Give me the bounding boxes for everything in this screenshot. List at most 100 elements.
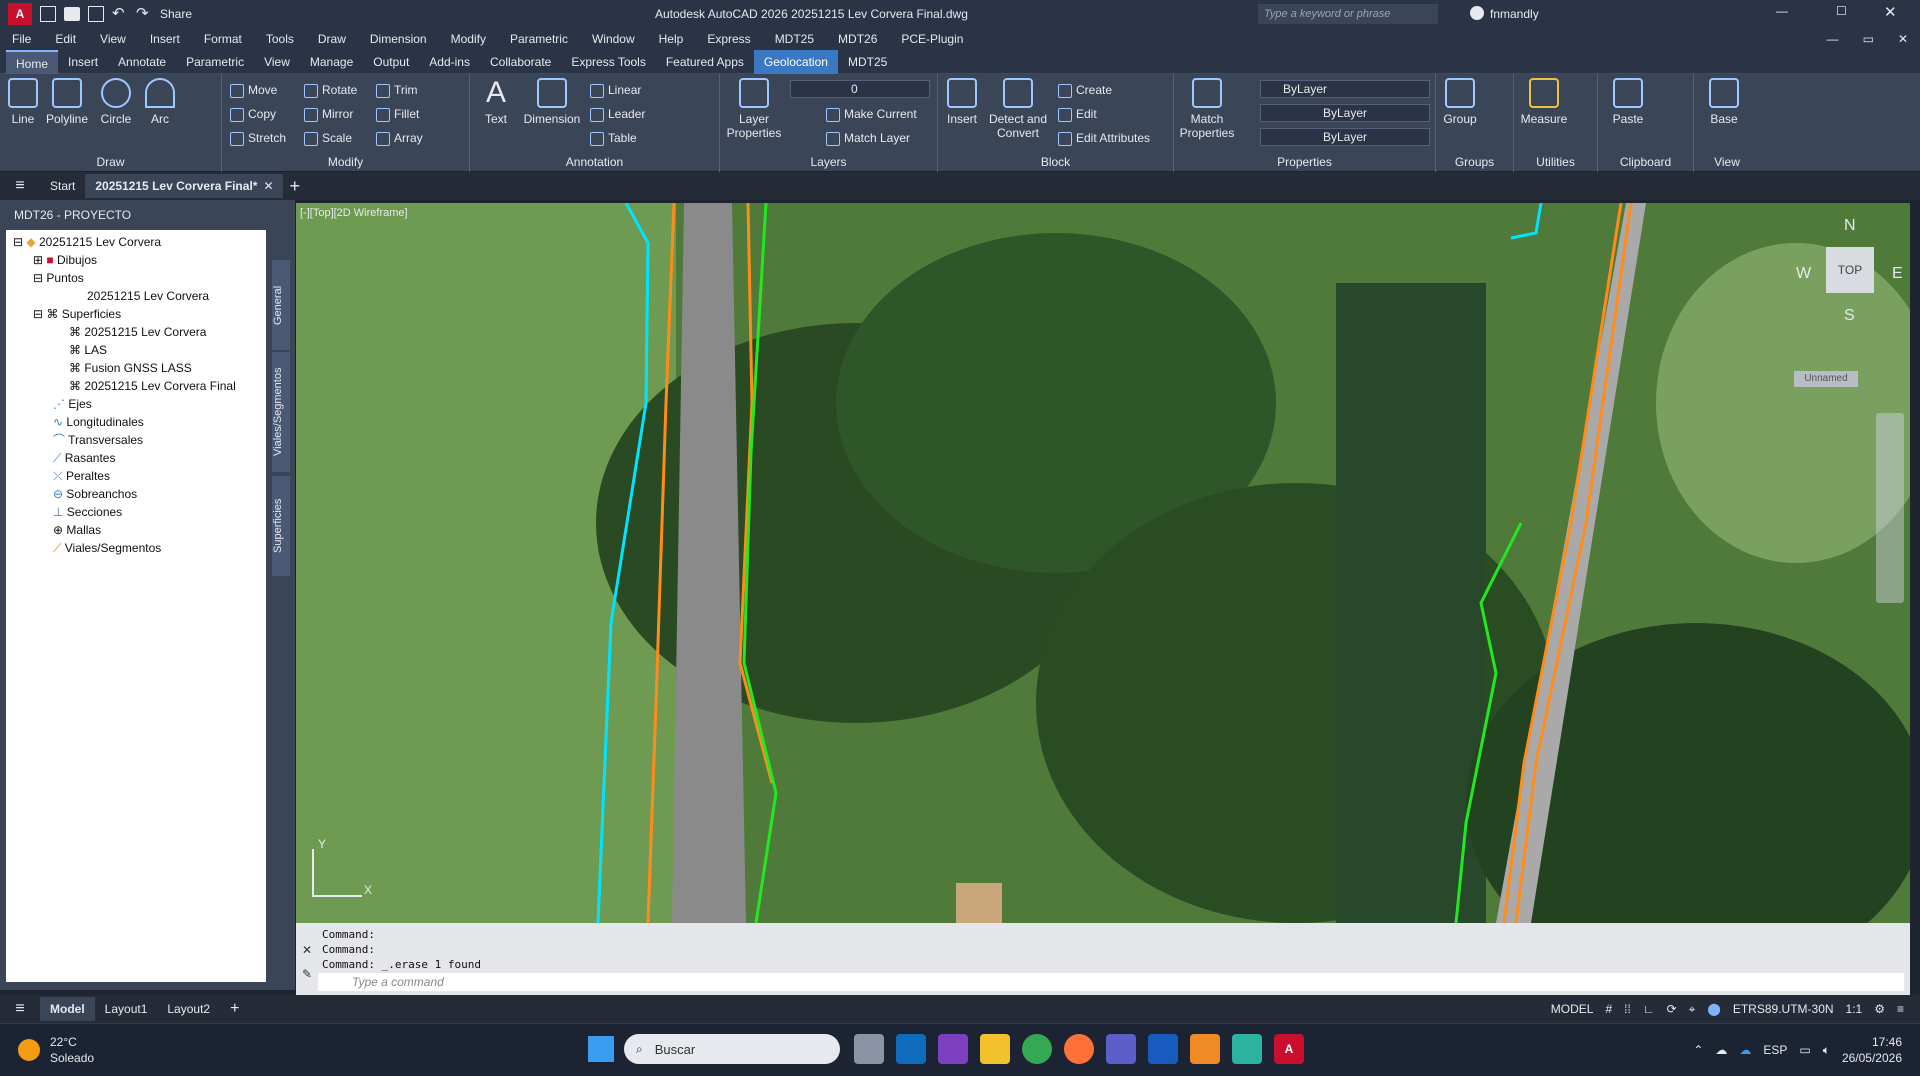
onedrive-icon[interactable]: ☁ [1739, 1043, 1751, 1057]
linear-button[interactable]: Linear [588, 80, 641, 100]
menu-express[interactable]: Express [695, 32, 762, 46]
menu-draw[interactable]: Draw [306, 32, 358, 46]
help-search-input[interactable]: Type a keyword or phrase [1258, 4, 1438, 24]
linetype-dropdown[interactable]: ByLayer [1260, 104, 1430, 122]
tab-view[interactable]: View [254, 50, 300, 74]
compass-n[interactable]: N [1844, 217, 1856, 235]
onenote-icon[interactable] [938, 1034, 968, 1064]
match-layer-button[interactable]: Match Layer [824, 128, 910, 148]
menu-dimension[interactable]: Dimension [358, 32, 439, 46]
panel-modify-label[interactable]: Modify [222, 155, 469, 169]
move-button[interactable]: Move [228, 80, 277, 100]
windows-start-icon[interactable] [588, 1036, 614, 1062]
color-dropdown[interactable]: ByLayer [1260, 80, 1430, 98]
tab-add-ins[interactable]: Add-ins [419, 50, 480, 74]
paste-button[interactable]: Paste [1606, 78, 1650, 126]
taskbar-search[interactable]: ⌕ Buscar [624, 1034, 840, 1064]
tree-node-surface-1[interactable]: ⌘ 20251215 Lev Corvera [9, 323, 263, 341]
tab-featured-apps[interactable]: Featured Apps [656, 50, 754, 74]
tree-node-surface-fusion[interactable]: ⌘ Fusion GNSS LASS [9, 359, 263, 377]
tree-node-sobreanchos[interactable]: ⊖ Sobreanchos [9, 485, 263, 503]
tab-insert[interactable]: Insert [58, 50, 108, 74]
tab-output[interactable]: Output [363, 50, 419, 74]
menu-insert[interactable]: Insert [138, 32, 192, 46]
layer-properties-button[interactable]: Layer Properties [724, 78, 784, 140]
user-icon[interactable] [1470, 6, 1484, 20]
menu-file[interactable]: File [0, 32, 43, 46]
measure-button[interactable]: Measure [1518, 78, 1570, 126]
menu-view[interactable]: View [88, 32, 138, 46]
panel-groups-label[interactable]: Groups [1436, 155, 1513, 169]
panel-block-label[interactable]: Block [938, 155, 1173, 169]
menu-format[interactable]: Format [192, 32, 254, 46]
menu-parametric[interactable]: Parametric [498, 32, 580, 46]
mirror-button[interactable]: Mirror [302, 104, 353, 124]
language-indicator[interactable]: ESP [1763, 1043, 1787, 1057]
close-tab-icon[interactable]: ✕ [263, 179, 273, 193]
tab-manage[interactable]: Manage [300, 50, 363, 74]
tab-layout1[interactable]: Layout1 [95, 997, 158, 1021]
tree-node-project[interactable]: ⊟ ◆ 20251215 Lev Corvera [9, 233, 263, 251]
menu-tools[interactable]: Tools [254, 32, 306, 46]
command-close-icon[interactable]: ✕ [302, 943, 312, 957]
polar-icon[interactable]: ⟳ [1661, 1002, 1683, 1016]
tree-node-rasantes[interactable]: ⟋ Rasantes [9, 449, 263, 467]
chrome-icon[interactable] [1022, 1034, 1052, 1064]
base-button[interactable]: Base [1702, 78, 1746, 126]
coordinate-system[interactable]: ETRS89.UTM-30N [1727, 1002, 1840, 1016]
grid-icon[interactable]: # [1599, 1002, 1618, 1016]
menu-window[interactable]: Window [580, 32, 647, 46]
autocad-taskbar-icon[interactable]: A [1274, 1034, 1304, 1064]
close-icon[interactable]: ✕ [1884, 3, 1897, 21]
leader-button[interactable]: Leader [588, 104, 645, 124]
tree-node-dibujos[interactable]: ⊞ ■ Dibujos [9, 251, 263, 269]
maximize-icon[interactable]: ☐ [1836, 4, 1847, 18]
dimension-button[interactable]: Dimension [520, 78, 584, 126]
outlook-icon[interactable] [896, 1034, 926, 1064]
navigation-bar[interactable] [1876, 413, 1904, 603]
group-button[interactable]: Group [1440, 78, 1480, 126]
command-input[interactable]: Type a command [318, 973, 1904, 991]
file-explorer-icon[interactable] [980, 1034, 1010, 1064]
tab-layout2[interactable]: Layout2 [157, 997, 220, 1021]
viewcube[interactable]: N W E S TOP [1796, 217, 1906, 327]
weather-widget[interactable]: 22°C Soleado [18, 1034, 94, 1066]
clock[interactable]: 17:46 26/05/2026 [1842, 1034, 1902, 1066]
model-space-toggle[interactable]: MODEL [1545, 1002, 1600, 1016]
tab-collaborate[interactable]: Collaborate [480, 50, 561, 74]
tab-mdt25[interactable]: MDT25 [838, 50, 897, 74]
trim-button[interactable]: Trim [374, 80, 418, 100]
autocad-app-icon[interactable]: A [8, 3, 32, 25]
menu-mdt26[interactable]: MDT26 [826, 32, 889, 46]
task-view-icon[interactable] [854, 1034, 884, 1064]
wcs-dropdown[interactable]: Unnamed [1794, 371, 1858, 387]
side-tab-viales[interactable]: Viales/Segmentos [272, 352, 290, 472]
tree-node-puntos-item[interactable]: 20251215 Lev Corvera [9, 287, 263, 305]
insert-button[interactable]: Insert [942, 78, 982, 126]
panel-utilities-label[interactable]: Utilities [1514, 155, 1597, 169]
text-button[interactable]: A Text [478, 78, 514, 127]
osnap-icon[interactable]: ⌖ [1683, 1002, 1702, 1017]
firefox-icon[interactable] [1064, 1034, 1094, 1064]
ribbon-restore-icon[interactable]: ▭ [1851, 32, 1886, 46]
circle-button[interactable]: Circle [96, 78, 136, 126]
undo-icon[interactable]: ↶ [112, 6, 128, 22]
arc-button[interactable]: Arc [142, 78, 178, 126]
minimize-icon[interactable]: — [1776, 4, 1788, 18]
word-icon[interactable] [1148, 1034, 1178, 1064]
cloud-icon[interactable]: ☁ [1715, 1043, 1727, 1057]
teams-icon[interactable] [1106, 1034, 1136, 1064]
copy-button[interactable]: Copy [228, 104, 276, 124]
tree-node-longitudinales[interactable]: ∿ Longitudinales [9, 413, 263, 431]
tree-node-secciones[interactable]: ⊥ Secciones [9, 503, 263, 521]
polyline-button[interactable]: Polyline [42, 78, 92, 126]
ortho-icon[interactable]: ∟ [1637, 1002, 1661, 1016]
tree-node-ejes[interactable]: ⋰ Ejes [9, 395, 263, 413]
side-tab-general[interactable]: General [272, 260, 290, 350]
panel-properties-label[interactable]: Properties [1174, 155, 1435, 169]
add-layout-icon[interactable]: + [230, 1000, 239, 1018]
tree-node-superficies[interactable]: ⊟ ⌘ Superficies [9, 305, 263, 323]
layer-dropdown[interactable]: 0 [790, 80, 930, 98]
user-name[interactable]: fnmandly [1490, 7, 1539, 21]
tree-node-surface-las[interactable]: ⌘ LAS [9, 341, 263, 359]
